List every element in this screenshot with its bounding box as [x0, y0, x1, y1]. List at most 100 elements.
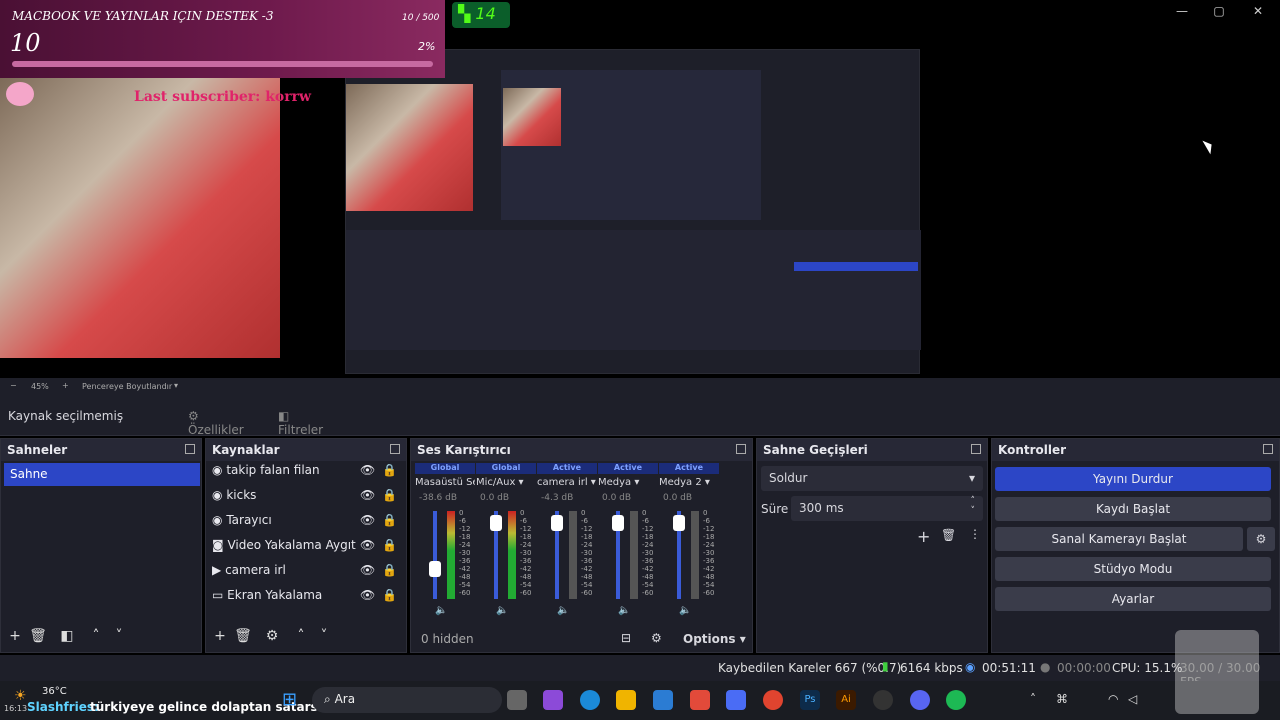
source-item[interactable]: ◙ Video Yakalama Aygıt 👁 🔒 [212, 538, 402, 563]
maximize-icon[interactable]: ▢ [1207, 4, 1231, 20]
folder-icon[interactable] [616, 690, 636, 710]
virtual-camera-button[interactable]: Sanal Kamerayı Başlat [995, 527, 1243, 551]
undock-icon[interactable] [390, 444, 400, 454]
channel-name[interactable]: Medya ▾ [598, 477, 658, 488]
illustrator-icon[interactable]: Ai [836, 690, 856, 710]
add-icon[interactable]: + [917, 527, 930, 546]
gear-icon[interactable]: ⚙ [262, 626, 282, 646]
source-toolbar: Kaynak seçilmemiş ⚙ Özellikler ◧ Filtrel… [0, 396, 1280, 437]
gmail-icon[interactable] [690, 690, 710, 710]
speaker-icon[interactable]: 🔈 [496, 605, 508, 616]
channel-name[interactable]: Mic/Aux ▾ [476, 477, 536, 488]
gamepad-icon[interactable]: ⌘ [1056, 692, 1068, 706]
discord-icon[interactable] [910, 690, 930, 710]
source-item[interactable]: ◉ Tarayıcı 👁 🔒 [212, 513, 402, 538]
gear-icon[interactable]: ⚙ [1247, 527, 1275, 551]
volume-handle[interactable] [490, 515, 502, 531]
properties-button[interactable]: ⚙ Özellikler [180, 404, 260, 437]
resize-to-window[interactable]: Pencereye Boyutlandır [82, 382, 172, 391]
volume-slider[interactable] [433, 511, 437, 599]
store-icon[interactable] [653, 690, 673, 710]
media-icon[interactable] [726, 690, 746, 710]
add-icon[interactable]: + [5, 626, 25, 646]
undock-icon[interactable] [971, 444, 981, 454]
eye-icon[interactable]: 👁 [360, 488, 375, 502]
wifi-icon[interactable]: ◠ [1108, 692, 1118, 706]
photoshop-icon[interactable]: Ps [800, 690, 820, 710]
eye-icon[interactable]: 👁 [360, 463, 375, 477]
down-icon[interactable]: ˅ [314, 626, 334, 646]
up-icon[interactable]: ˄ [86, 626, 106, 646]
scene-item-sahne[interactable]: Sahne [4, 463, 200, 486]
speaker-icon[interactable]: 🔈 [435, 605, 447, 616]
options-button[interactable]: Options ▾ [683, 632, 746, 646]
transition-select[interactable]: Soldur ▾ [761, 466, 983, 491]
minimize-icon[interactable]: — [1170, 4, 1194, 20]
sources-toolbar: + 🗑 ⚙ ˄ ˅ [206, 624, 406, 652]
up-icon[interactable]: ˄ [291, 626, 311, 646]
zoom-in-button[interactable]: + [62, 381, 69, 390]
down-icon[interactable]: ˅ [109, 626, 129, 646]
zoom-out-button[interactable]: − [10, 381, 17, 390]
studio-mode-button[interactable]: Stüdyo Modu [995, 557, 1271, 581]
close-icon[interactable]: ✕ [1246, 4, 1270, 20]
eye-icon[interactable]: 👁 [360, 588, 375, 602]
edge-icon[interactable] [580, 690, 600, 710]
copilot-icon[interactable] [543, 690, 563, 710]
windows-start-icon[interactable]: ⊞ [282, 689, 297, 710]
filter-icon[interactable]: ◧ [57, 626, 77, 646]
channel-name[interactable]: camera irl ▾ [537, 477, 597, 488]
undock-icon[interactable] [736, 444, 746, 454]
lock-icon[interactable]: 🔒 [382, 513, 397, 527]
volume-icon[interactable]: ◁ [1128, 692, 1137, 706]
volume-handle[interactable] [429, 561, 441, 577]
stepper-icon[interactable]: ˄ ˅ [971, 496, 976, 516]
speaker-icon[interactable]: 🔈 [618, 605, 630, 616]
tray-chevron-icon[interactable]: ˄ [1030, 692, 1036, 706]
donation-goal-widget: MACBOOK VE YAYINLAR IÇIN DESTEK -3 10 / … [0, 0, 445, 78]
add-icon[interactable]: + [210, 626, 230, 646]
lock-icon[interactable]: 🔒 [382, 488, 397, 502]
channel-name[interactable]: Masaüstü Ses ▾ [415, 477, 475, 488]
bitrate: 6164 kbps [900, 661, 963, 675]
undock-icon[interactable] [185, 444, 195, 454]
source-item[interactable]: ◉ kicks 👁 🔒 [212, 488, 402, 513]
source-item[interactable]: ▭ Ekran Yakalama 👁 🔒 [212, 588, 402, 613]
source-item[interactable]: ▶ camera irl 👁 🔒 [212, 563, 402, 588]
duration-input[interactable]: 300 ms ˄ ˅ [791, 496, 983, 521]
trash-icon[interactable]: 🗑 [941, 528, 956, 542]
start-record-button[interactable]: Kaydı Başlat [995, 497, 1271, 521]
search-box[interactable]: ⌕ Ara [312, 687, 502, 713]
obs-icon[interactable] [873, 690, 893, 710]
taskview-icon[interactable] [507, 690, 527, 710]
lock-icon[interactable]: 🔒 [382, 463, 397, 477]
lock-icon[interactable]: 🔒 [382, 563, 397, 577]
windows-taskbar: ☀ 36°C 16:13 Slashfries: türkiyeye gelin… [0, 681, 1280, 720]
layout-icon[interactable]: ⊟ [621, 631, 631, 645]
trash-icon[interactable]: 🗑 [233, 626, 253, 646]
more-icon[interactable]: ⋮ [969, 527, 981, 541]
volume-handle[interactable] [551, 515, 563, 531]
level-meter [508, 511, 516, 599]
lock-icon[interactable]: 🔒 [382, 538, 397, 552]
channel-name[interactable]: Medya 2 ▾ [659, 477, 719, 488]
speaker-icon[interactable]: 🔈 [679, 605, 691, 616]
settings-icon[interactable]: ⚙ [651, 631, 662, 645]
eye-icon[interactable]: 👁 [360, 513, 375, 527]
source-item[interactable]: ◉ takip falan filan 👁 🔒 [212, 463, 402, 488]
eye-icon[interactable]: 👁 [360, 538, 375, 552]
channel-db: -4.3 dB [541, 493, 574, 503]
filters-button[interactable]: ◧ Filtreler [270, 404, 340, 437]
spotify-icon[interactable] [946, 690, 966, 710]
chrome-icon[interactable] [763, 690, 783, 710]
lock-icon[interactable]: 🔒 [382, 588, 397, 602]
eye-icon[interactable]: 👁 [360, 563, 375, 577]
volume-handle[interactable] [673, 515, 685, 531]
stop-stream-button[interactable]: Yayını Durdur [995, 467, 1271, 491]
settings-button[interactable]: Ayarlar [995, 587, 1271, 611]
volume-handle[interactable] [612, 515, 624, 531]
chevron-down-icon[interactable]: ▾ [174, 381, 178, 390]
speaker-icon[interactable]: 🔈 [557, 605, 569, 616]
trash-icon[interactable]: 🗑 [28, 626, 48, 646]
undock-icon[interactable] [1263, 444, 1273, 454]
